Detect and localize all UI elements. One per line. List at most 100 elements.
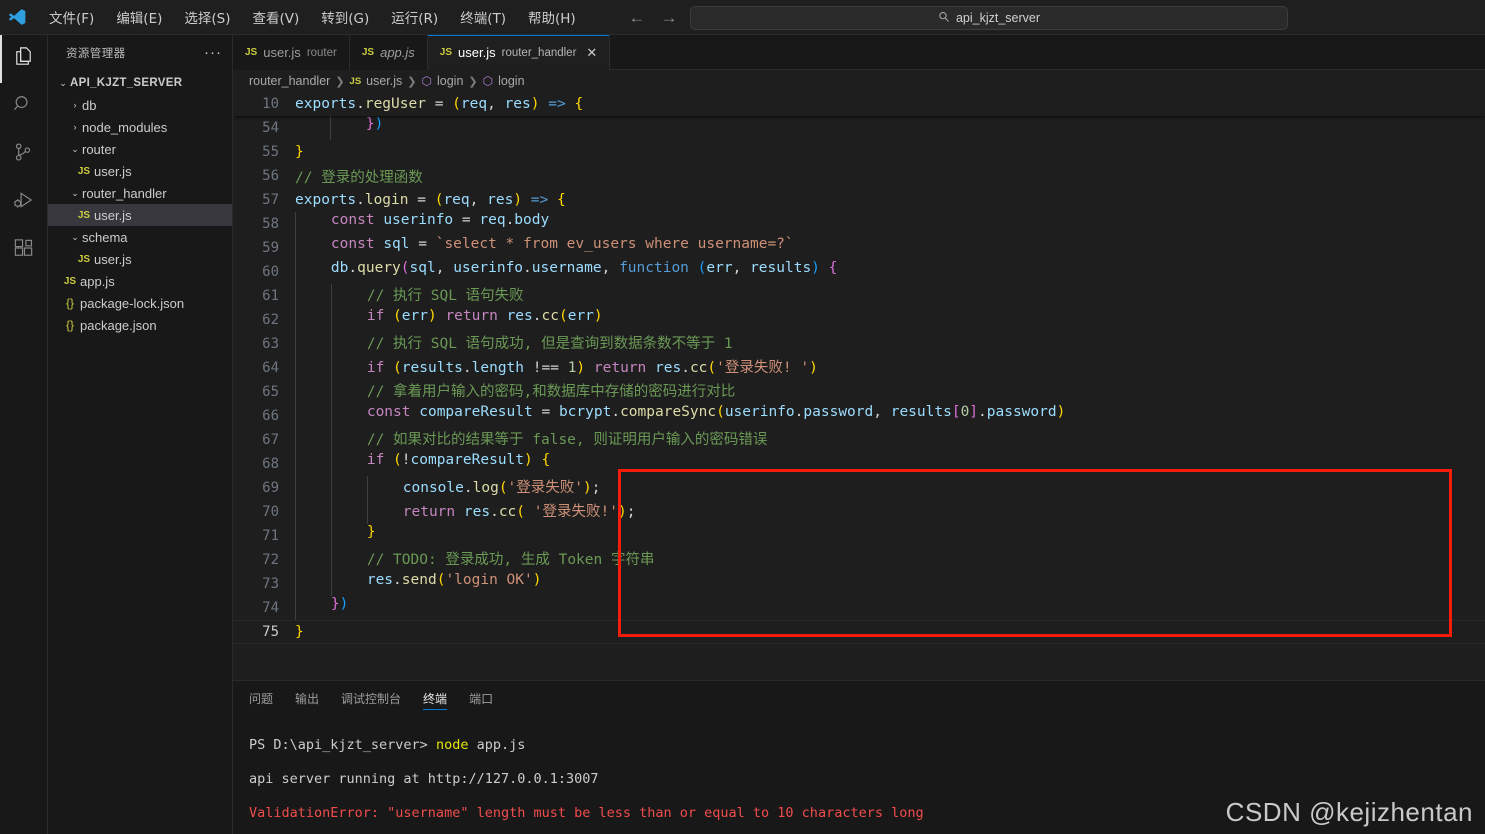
breadcrumb-item-symbol-1[interactable]: login: [437, 74, 463, 88]
source-control-icon: [12, 141, 35, 169]
menu-edit[interactable]: 编辑(E): [105, 3, 173, 31]
tab-description: router: [306, 46, 337, 59]
menu-run[interactable]: 运行(R): [380, 3, 449, 31]
code-text: // 执行 SQL 语句成功, 但是查询到数据条数不等于 1: [295, 332, 733, 356]
ellipsis-icon[interactable]: ···: [204, 45, 222, 60]
js-file-icon: JS: [77, 209, 91, 221]
code-line[interactable]: 56 // 登录的处理函数: [233, 164, 1485, 188]
tree-item-root[interactable]: ⌄ API_KJZT_SERVER: [48, 72, 232, 94]
js-file-icon: JS: [77, 253, 91, 265]
line-number: 59: [262, 240, 279, 256]
search-icon: [938, 11, 950, 26]
tree-item-package-json[interactable]: {} package.json: [48, 314, 232, 336]
code-line[interactable]: 73 res.send('login OK'): [233, 572, 1485, 596]
chevron-right-icon: ❯: [335, 75, 345, 88]
sticky-scroll-line[interactable]: 10 exports.regUser = (req, res) => {: [233, 92, 1485, 116]
code-line-current[interactable]: 75 }: [233, 620, 1485, 644]
panel-tab-terminal[interactable]: 终端: [423, 681, 448, 716]
activity-extensions[interactable]: [0, 227, 48, 275]
code-line[interactable]: 61 // 执行 SQL 语句失败: [233, 284, 1485, 308]
breadcrumb-item-file[interactable]: user.js: [366, 74, 402, 88]
code-line[interactable]: 59 const sql = `select * from ev_users w…: [233, 236, 1485, 260]
code-line[interactable]: 60 db.query(sql, userinfo.username, func…: [233, 260, 1485, 284]
command-center-search[interactable]: api_kjzt_server: [690, 6, 1288, 30]
menu-go[interactable]: 转到(G): [310, 3, 380, 31]
back-arrow-icon[interactable]: ←: [628, 9, 646, 26]
tree-label: package-lock.json: [80, 295, 185, 311]
code-line[interactable]: 71 }: [233, 524, 1485, 548]
line-number: 55: [262, 144, 279, 160]
tab-user-js-router-handler[interactable]: JS user.js router_handler ✕: [427, 35, 611, 70]
code-text: // 执行 SQL 语句失败: [295, 284, 524, 308]
tree-item-schema[interactable]: ⌄ schema: [48, 226, 232, 248]
chevron-right-icon: ›: [73, 100, 77, 110]
activity-explorer[interactable]: [0, 35, 48, 83]
run-and-debug-icon: [12, 189, 35, 217]
panel-tab-ports[interactable]: 端口: [469, 681, 493, 716]
close-icon[interactable]: ✕: [586, 45, 597, 61]
panel-tab-problems[interactable]: 问题: [249, 681, 273, 716]
activity-search[interactable]: [0, 83, 48, 131]
file-tree: ⌄ API_KJZT_SERVER › db › node_modules ⌄ …: [48, 70, 232, 336]
tab-user-js-router[interactable]: JS user.js router: [233, 35, 350, 70]
code-line[interactable]: 57 exports.login = (req, res) => {: [233, 188, 1485, 212]
breadcrumb-item-symbol-2[interactable]: login: [498, 74, 524, 88]
extensions-icon: [12, 237, 35, 265]
code-line[interactable]: 58 const userinfo = req.body: [233, 212, 1485, 236]
menu-selection[interactable]: 选择(S): [173, 3, 241, 31]
terminal-line-command: PS D:\api_kjzt_server> node app.js: [249, 737, 1485, 754]
terminal-command-args: app.js: [468, 737, 526, 753]
activity-run-and-debug[interactable]: [0, 179, 48, 227]
tree-label: user.js: [94, 163, 132, 179]
tree-item-package-lock-json[interactable]: {} package-lock.json: [48, 292, 232, 314]
js-file-icon: JS: [361, 47, 375, 58]
line-number: 67: [262, 432, 279, 448]
code-line[interactable]: 70 return res.cc( '登录失败!');: [233, 500, 1485, 524]
menu-file[interactable]: 文件(F): [38, 3, 105, 31]
line-number: 70: [262, 504, 279, 520]
line-number: 63: [262, 336, 279, 352]
tree-item-router[interactable]: ⌄ router: [48, 138, 232, 160]
editor-tab-bar: JS user.js router JS app.js JS user.js r…: [233, 35, 1485, 70]
code-line[interactable]: 68 if (!compareResult) {: [233, 452, 1485, 476]
breadcrumb: router_handler ❯ JS user.js ❯ ⬡ login ❯ …: [233, 70, 1485, 92]
tree-item-node-modules[interactable]: › node_modules: [48, 116, 232, 138]
tab-app-js[interactable]: JS app.js: [349, 35, 428, 70]
line-number: 66: [262, 408, 279, 424]
menu-terminal[interactable]: 终端(T): [449, 3, 517, 31]
tree-item-router-handler[interactable]: ⌄ router_handler: [48, 182, 232, 204]
code-text: // 如果对比的结果等于 false, 则证明用户输入的密码错误: [295, 428, 767, 452]
tree-item-router-userjs[interactable]: JS user.js: [48, 160, 232, 182]
tree-item-appjs[interactable]: JS app.js: [48, 270, 232, 292]
code-line[interactable]: 72 // TODO: 登录成功, 生成 Token 字符串: [233, 548, 1485, 572]
code-editor[interactable]: 10 exports.regUser = (req, res) => { 54 …: [233, 92, 1485, 678]
symbol-cube-icon: ⬡: [421, 74, 432, 88]
code-line[interactable]: 69 console.log('登录失败');: [233, 476, 1485, 500]
menu-view[interactable]: 查看(V): [242, 3, 311, 31]
tab-label: app.js: [380, 45, 415, 60]
tree-item-router-handler-userjs[interactable]: JS user.js: [48, 204, 232, 226]
code-line[interactable]: 67 // 如果对比的结果等于 false, 则证明用户输入的密码错误: [233, 428, 1485, 452]
code-line[interactable]: 74 }): [233, 596, 1485, 620]
code-line[interactable]: 62 if (err) return res.cc(err): [233, 308, 1485, 332]
line-number: 69: [262, 480, 279, 496]
code-line[interactable]: 63 // 执行 SQL 语句成功, 但是查询到数据条数不等于 1: [233, 332, 1485, 356]
terminal-command: node: [435, 737, 469, 753]
code-lines: 54 }) 55 } 56 // 登录的处理函数 57 exports.logi…: [233, 116, 1485, 644]
code-line[interactable]: 66 const compareResult = bcrypt.compareS…: [233, 404, 1485, 428]
tree-item-db[interactable]: › db: [48, 94, 232, 116]
panel-tab-debug-console[interactable]: 调试控制台: [341, 681, 401, 716]
tree-item-schema-userjs[interactable]: JS user.js: [48, 248, 232, 270]
code-line[interactable]: 54 }): [233, 116, 1485, 140]
chevron-down-icon: ⌄: [71, 187, 79, 198]
forward-arrow-icon[interactable]: →: [660, 9, 678, 26]
breadcrumb-item-folder[interactable]: router_handler: [249, 74, 330, 88]
panel-tab-output[interactable]: 输出: [295, 681, 319, 716]
activity-source-control[interactable]: [0, 131, 48, 179]
menu-help[interactable]: 帮助(H): [517, 3, 587, 31]
menu-bar: 文件(F) 编辑(E) 选择(S) 查看(V) 转到(G) 运行(R) 终端(T…: [38, 3, 587, 31]
code-line[interactable]: 64 if (results.length !== 1) return res.…: [233, 356, 1485, 380]
code-line[interactable]: 55 }: [233, 140, 1485, 164]
code-line[interactable]: 65 // 拿着用户输入的密码,和数据库中存储的密码进行对比: [233, 380, 1485, 404]
panel-tab-bar: 问题 输出 调试控制台 终端 端口: [233, 681, 1485, 716]
